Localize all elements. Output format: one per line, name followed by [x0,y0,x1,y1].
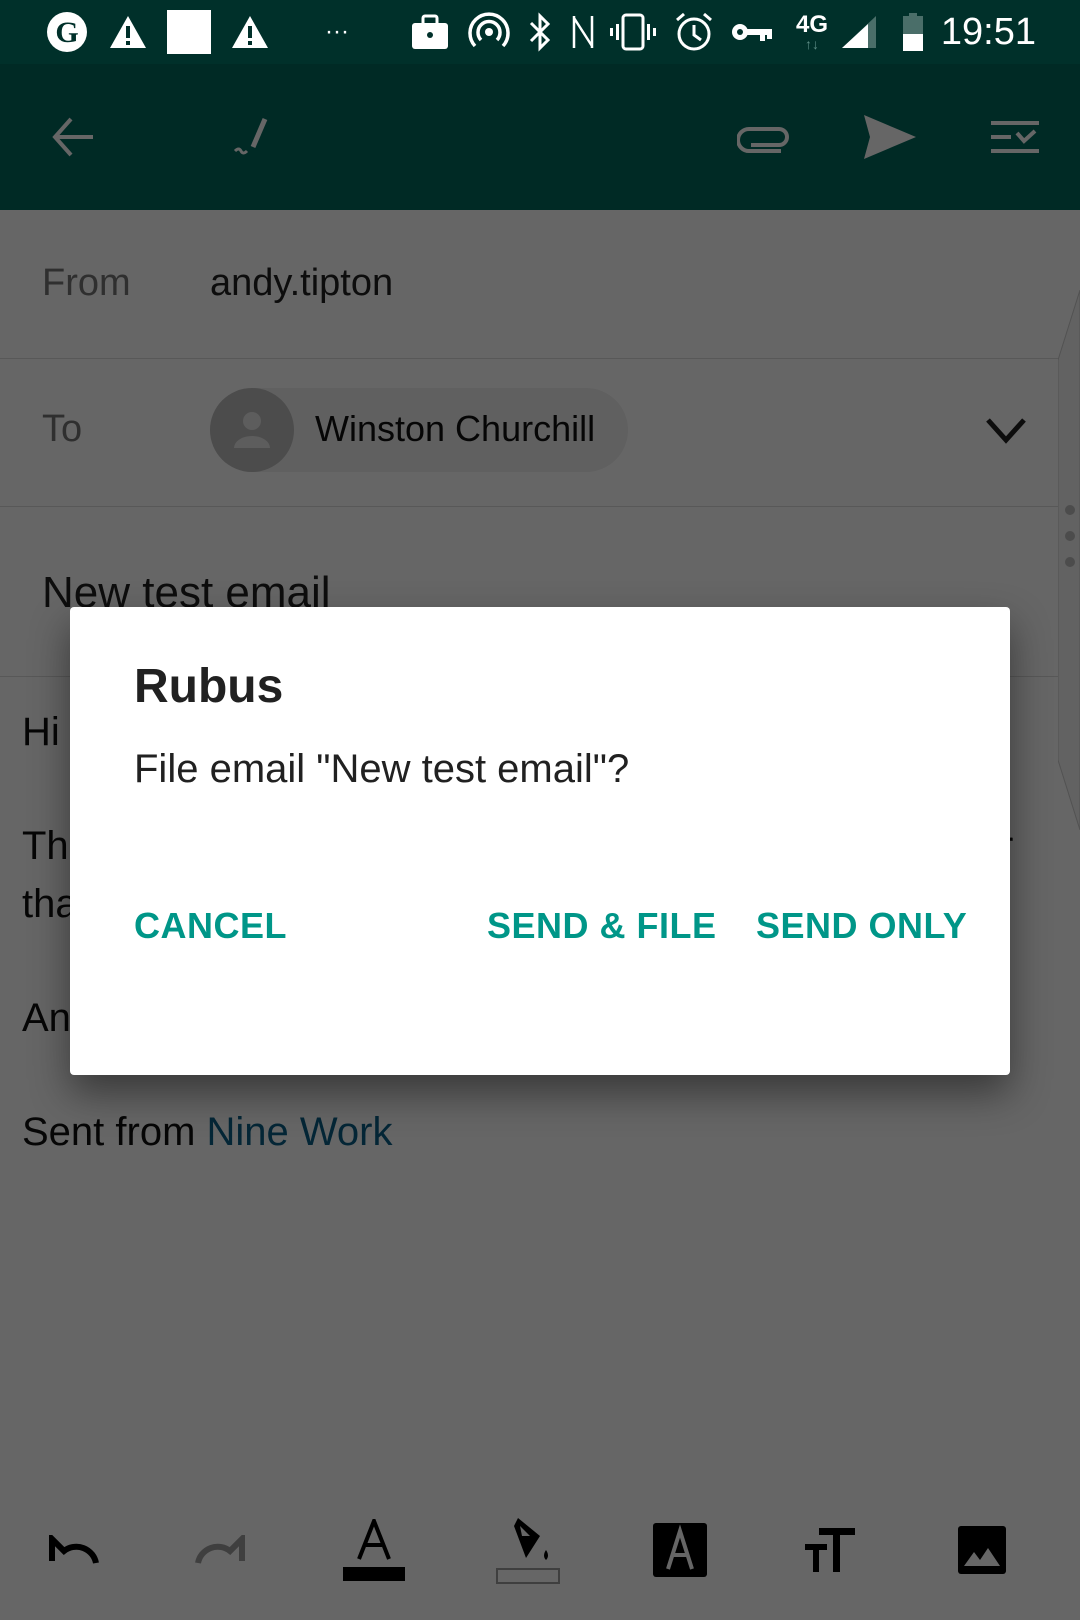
guardian-g-icon: G [44,0,90,64]
network-type-label: 4G [795,11,828,38]
nfc-icon [568,0,598,64]
status-bar: G ··· 4G ↑↓ 19:51 [0,0,1080,64]
blank-square-icon [166,0,212,64]
send-only-button[interactable]: SEND ONLY [756,905,967,947]
hotspot-icon [466,0,512,64]
svg-text:G: G [55,16,78,49]
warning-icon [106,0,150,64]
file-email-dialog: Rubus File email "New test email"? CANCE… [70,607,1010,1075]
cancel-button[interactable]: CANCEL [134,905,287,947]
bluetooth-icon [524,0,556,64]
alarm-icon [672,0,716,64]
signal-icon [838,0,882,64]
clock: 19:51 [940,11,1036,53]
battery-icon [900,0,926,64]
vibrate-icon [608,0,658,64]
vpn-key-icon [728,0,776,64]
send-and-file-button[interactable]: SEND & FILE [487,905,717,947]
briefcase-icon [408,0,452,64]
4g-data-icon: 4G ↑↓ [795,11,828,52]
more-dots-icon: ··· [325,18,349,45]
dialog-title: Rubus [134,660,284,713]
warning-icon [228,0,272,64]
dialog-message: File email "New test email"? [134,747,630,791]
